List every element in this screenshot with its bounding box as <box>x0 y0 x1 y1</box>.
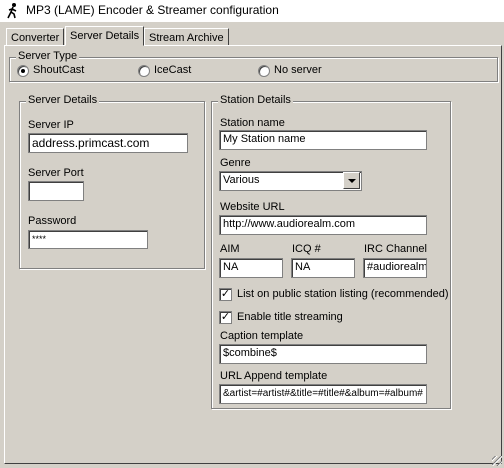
genre-dropdown-button[interactable] <box>343 172 360 189</box>
station-name-input[interactable]: My Station name <box>219 130 427 150</box>
aim-label: AIM <box>220 243 240 255</box>
walking-man-icon <box>4 2 22 20</box>
title-bar[interactable]: MP3 (LAME) Encoder & Streamer configurat… <box>0 0 504 22</box>
station-details-legend: Station Details <box>218 94 293 106</box>
title-streaming-label[interactable]: Enable title streaming <box>237 311 343 323</box>
website-input[interactable]: http://www.audiorealm.com <box>219 215 427 235</box>
chevron-down-icon <box>348 179 356 183</box>
list-public-label[interactable]: List on public station listing (recommen… <box>237 288 449 300</box>
icq-label: ICQ # <box>292 243 321 255</box>
tab-stream-archive[interactable]: Stream Archive <box>144 28 229 46</box>
password-label: Password <box>28 215 77 227</box>
url-append-label: URL Append template <box>220 370 328 382</box>
caption-template-input[interactable]: $combine$ <box>219 344 427 364</box>
server-port-label: Server Port <box>28 167 84 179</box>
window-title: MP3 (LAME) Encoder & Streamer configurat… <box>26 3 279 17</box>
tab-server-details[interactable]: Server Details <box>65 26 145 46</box>
genre-value: Various <box>223 174 260 186</box>
website-label: Website URL <box>220 201 285 213</box>
icecast-label[interactable]: IceCast <box>154 64 191 76</box>
list-public-checkbox[interactable]: ✓ <box>219 288 232 301</box>
server-ip-label: Server IP <box>28 119 74 131</box>
genre-label: Genre <box>220 157 251 169</box>
shoutcast-radio[interactable] <box>17 65 29 77</box>
no-server-label[interactable]: No server <box>274 64 322 76</box>
icq-input[interactable]: NA <box>291 258 355 278</box>
no-server-radio[interactable] <box>258 65 270 77</box>
irc-label: IRC Channel <box>364 243 427 255</box>
server-port-input[interactable] <box>28 181 84 201</box>
resize-grip-icon[interactable] <box>492 456 502 466</box>
icecast-radio[interactable] <box>138 65 150 77</box>
shoutcast-label[interactable]: ShoutCast <box>33 64 84 76</box>
aim-input[interactable]: NA <box>219 258 283 278</box>
server-type-legend: Server Type <box>16 50 80 62</box>
server-ip-input[interactable]: address.primcast.com <box>28 133 188 153</box>
url-append-input[interactable]: &artist=#artist#&title=#title#&album=#al… <box>219 384 427 404</box>
server-details-legend: Server Details <box>26 94 100 106</box>
title-streaming-checkbox[interactable]: ✓ <box>219 311 232 324</box>
station-name-label: Station name <box>220 117 285 129</box>
caption-template-label: Caption template <box>220 330 304 342</box>
genre-select[interactable]: Various <box>219 171 362 191</box>
irc-input[interactable]: #audiorealm <box>363 258 427 278</box>
password-input[interactable]: **** <box>28 230 148 249</box>
tab-converter[interactable]: Converter <box>6 28 65 46</box>
